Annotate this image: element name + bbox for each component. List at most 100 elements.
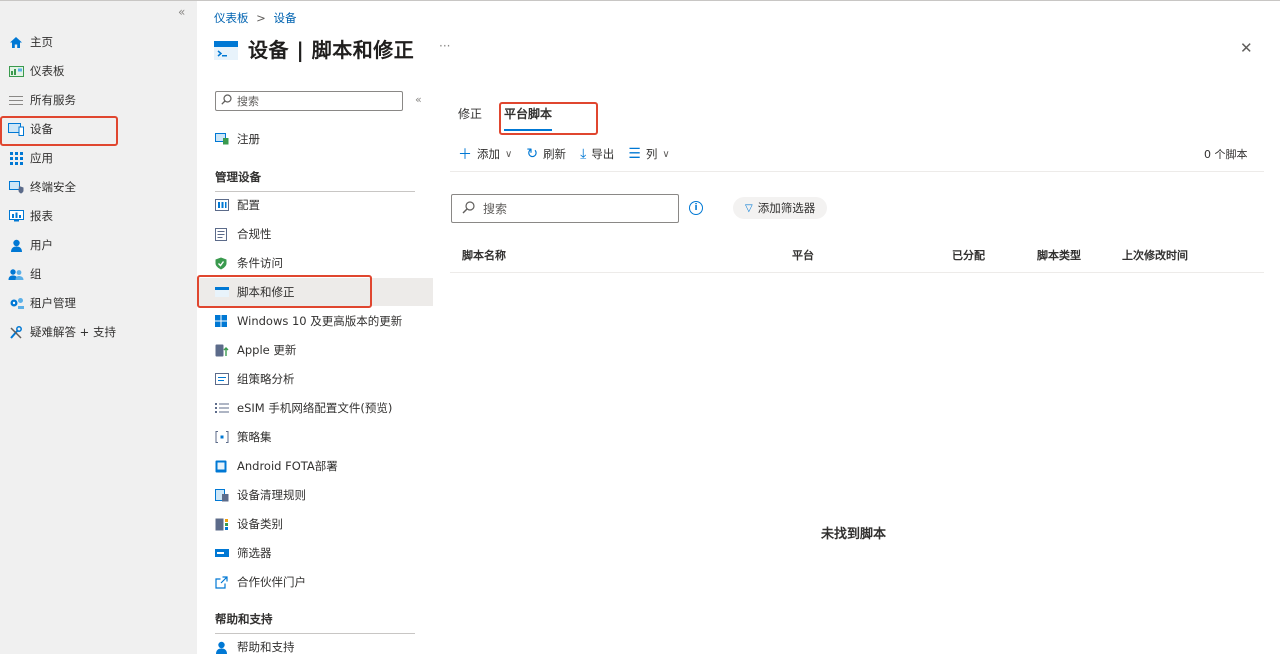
menu-item-cleanup-rules[interactable]: 设备清理规则 [197, 481, 433, 509]
menu-item-label: Android FOTA部署 [237, 459, 338, 473]
menu-item-help-support[interactable]: 帮助和支持 [197, 633, 433, 654]
refresh-icon: ↻ [526, 146, 539, 162]
add-label: 添加 [477, 147, 500, 161]
nav-item-label: 报表 [30, 209, 53, 223]
nav-item-troubleshooting[interactable]: 疑难解答 + 支持 [8, 322, 116, 342]
refresh-button[interactable]: ↻ 刷新 [526, 146, 566, 162]
nav-item-tenant-admin[interactable]: 租户管理 [8, 293, 76, 313]
command-bar: ＋ 添加 ∨ ↻ 刷新 ⤓ 导出 ☰ 列 ∨ [458, 144, 670, 164]
reports-icon [8, 209, 24, 223]
close-button[interactable]: ✕ [1240, 39, 1253, 57]
menu-search-input[interactable]: 搜索 [215, 91, 403, 111]
menu-item-label: 注册 [237, 132, 260, 146]
menu-item-label: 设备清理规则 [237, 488, 306, 502]
nav-item-endpoint-security[interactable]: 终端安全 [8, 177, 76, 197]
script-icon [214, 38, 238, 60]
column-header-platform[interactable]: 平台 [792, 247, 814, 263]
nav-item-apps[interactable]: 应用 [8, 148, 53, 168]
menu-item-label: 筛选器 [237, 546, 272, 560]
menu-item-label: 帮助和支持 [237, 640, 295, 654]
add-filter-button[interactable]: ▽ 添加筛选器 [733, 197, 828, 219]
menu-item-group-policy-analytics[interactable]: 组策略分析 [197, 365, 433, 393]
help-support-icon [215, 641, 229, 654]
info-icon[interactable]: i [689, 201, 703, 215]
add-filter-label: 添加筛选器 [757, 201, 816, 215]
user-icon [8, 238, 24, 252]
nav-item-label: 所有服务 [30, 93, 76, 107]
plus-icon: ＋ [458, 147, 472, 163]
configuration-icon [215, 199, 229, 211]
android-fota-icon [215, 460, 229, 473]
chevron-down-icon: ∨ [505, 148, 513, 160]
nav-item-users[interactable]: 用户 [8, 235, 53, 255]
export-button[interactable]: ⤓ 导出 [580, 146, 614, 162]
nav-item-label: 用户 [30, 238, 53, 252]
column-header-script-name[interactable]: 脚本名称 [462, 247, 506, 263]
global-nav: « 主页 仪表板 所有服务 设备 应用 终端安全 报表 用户 组 租户管理 疑难… [0, 1, 197, 654]
menu-item-policy-sets[interactable]: 策略集 [197, 423, 433, 451]
column-header-last-modified[interactable]: 上次修改时间 [1122, 247, 1188, 263]
menu-item-label: 配置 [237, 198, 260, 212]
add-button[interactable]: ＋ 添加 ∨ [458, 144, 512, 164]
search-icon [221, 94, 232, 108]
nav-item-dashboard[interactable]: 仪表板 [8, 61, 65, 81]
script-count: 0 个脚本 [1204, 148, 1248, 161]
shield-icon [215, 257, 229, 270]
cleanup-rules-icon [215, 489, 229, 502]
nav-item-label: 疑难解答 + 支持 [30, 325, 116, 339]
toolbar-divider [450, 171, 1264, 172]
nav-item-reports[interactable]: 报表 [8, 206, 53, 226]
menu-item-windows-updates[interactable]: Windows 10 及更高版本的更新 [197, 307, 433, 335]
filters-icon [215, 547, 229, 559]
more-options-button[interactable]: ··· [439, 39, 450, 53]
breadcrumb-devices[interactable]: 设备 [273, 11, 296, 25]
menu-item-device-categories[interactable]: 设备类别 [197, 510, 433, 538]
tenant-admin-icon [8, 296, 24, 310]
endpoint-security-icon [8, 180, 24, 194]
columns-label: 列 [645, 147, 658, 161]
column-header-assigned[interactable]: 已分配 [952, 247, 985, 263]
menu-item-compliance[interactable]: 合规性 [197, 220, 433, 248]
nav-item-label: 终端安全 [30, 180, 76, 194]
empty-state-message: 未找到脚本 [821, 527, 887, 542]
column-header-script-type[interactable]: 脚本类型 [1037, 247, 1081, 263]
menu-item-partner-portals[interactable]: 合作伙伴门户 [197, 568, 433, 596]
nav-item-label: 应用 [30, 151, 53, 165]
menu-item-label: 合作伙伴门户 [237, 575, 306, 589]
nav-item-label: 组 [30, 267, 42, 281]
search-input[interactable]: 搜索 [451, 194, 679, 223]
apps-grid-icon [8, 151, 24, 165]
columns-button[interactable]: ☰ 列 ∨ [628, 146, 669, 162]
page-title: 设备 | 脚本和修正 [248, 38, 415, 62]
search-placeholder: 搜索 [483, 202, 508, 216]
breadcrumb-dashboard[interactable]: 仪表板 [214, 11, 249, 25]
wrench-icon [8, 325, 24, 339]
menu-item-register[interactable]: 注册 [197, 125, 433, 153]
section-help-support: 帮助和支持 [215, 611, 415, 634]
nav-item-home[interactable]: 主页 [8, 32, 53, 52]
policy-sets-icon [215, 431, 229, 443]
nav-item-all-services[interactable]: 所有服务 [8, 90, 76, 110]
search-icon [462, 200, 475, 217]
menu-item-label: 合规性 [237, 227, 272, 241]
menu-item-conditional-access[interactable]: 条件访问 [197, 249, 433, 277]
breadcrumb-separator: > [256, 11, 266, 25]
export-label: 导出 [591, 147, 615, 161]
group-icon [8, 267, 24, 281]
apple-update-icon [215, 344, 229, 357]
menu-item-esim[interactable]: eSIM 手机网络配置文件(预览) [197, 394, 433, 422]
enroll-icon [215, 133, 229, 145]
nav-item-label: 租户管理 [30, 296, 76, 310]
menu-item-label: 组策略分析 [237, 372, 295, 386]
menu-item-configuration[interactable]: 配置 [197, 191, 433, 219]
external-link-icon [215, 576, 229, 589]
windows-logo-icon [215, 315, 229, 327]
table-header-divider [450, 272, 1264, 273]
menu-item-filters[interactable]: 筛选器 [197, 539, 433, 567]
nav-item-groups[interactable]: 组 [8, 264, 42, 284]
menu-item-apple-updates[interactable]: Apple 更新 [197, 336, 433, 364]
menu-collapse-button[interactable]: « [415, 93, 422, 106]
menu-item-android-fota[interactable]: Android FOTA部署 [197, 452, 433, 480]
tab-remediations[interactable]: 修正 [458, 105, 482, 131]
nav-collapse-button[interactable]: « [178, 5, 185, 19]
